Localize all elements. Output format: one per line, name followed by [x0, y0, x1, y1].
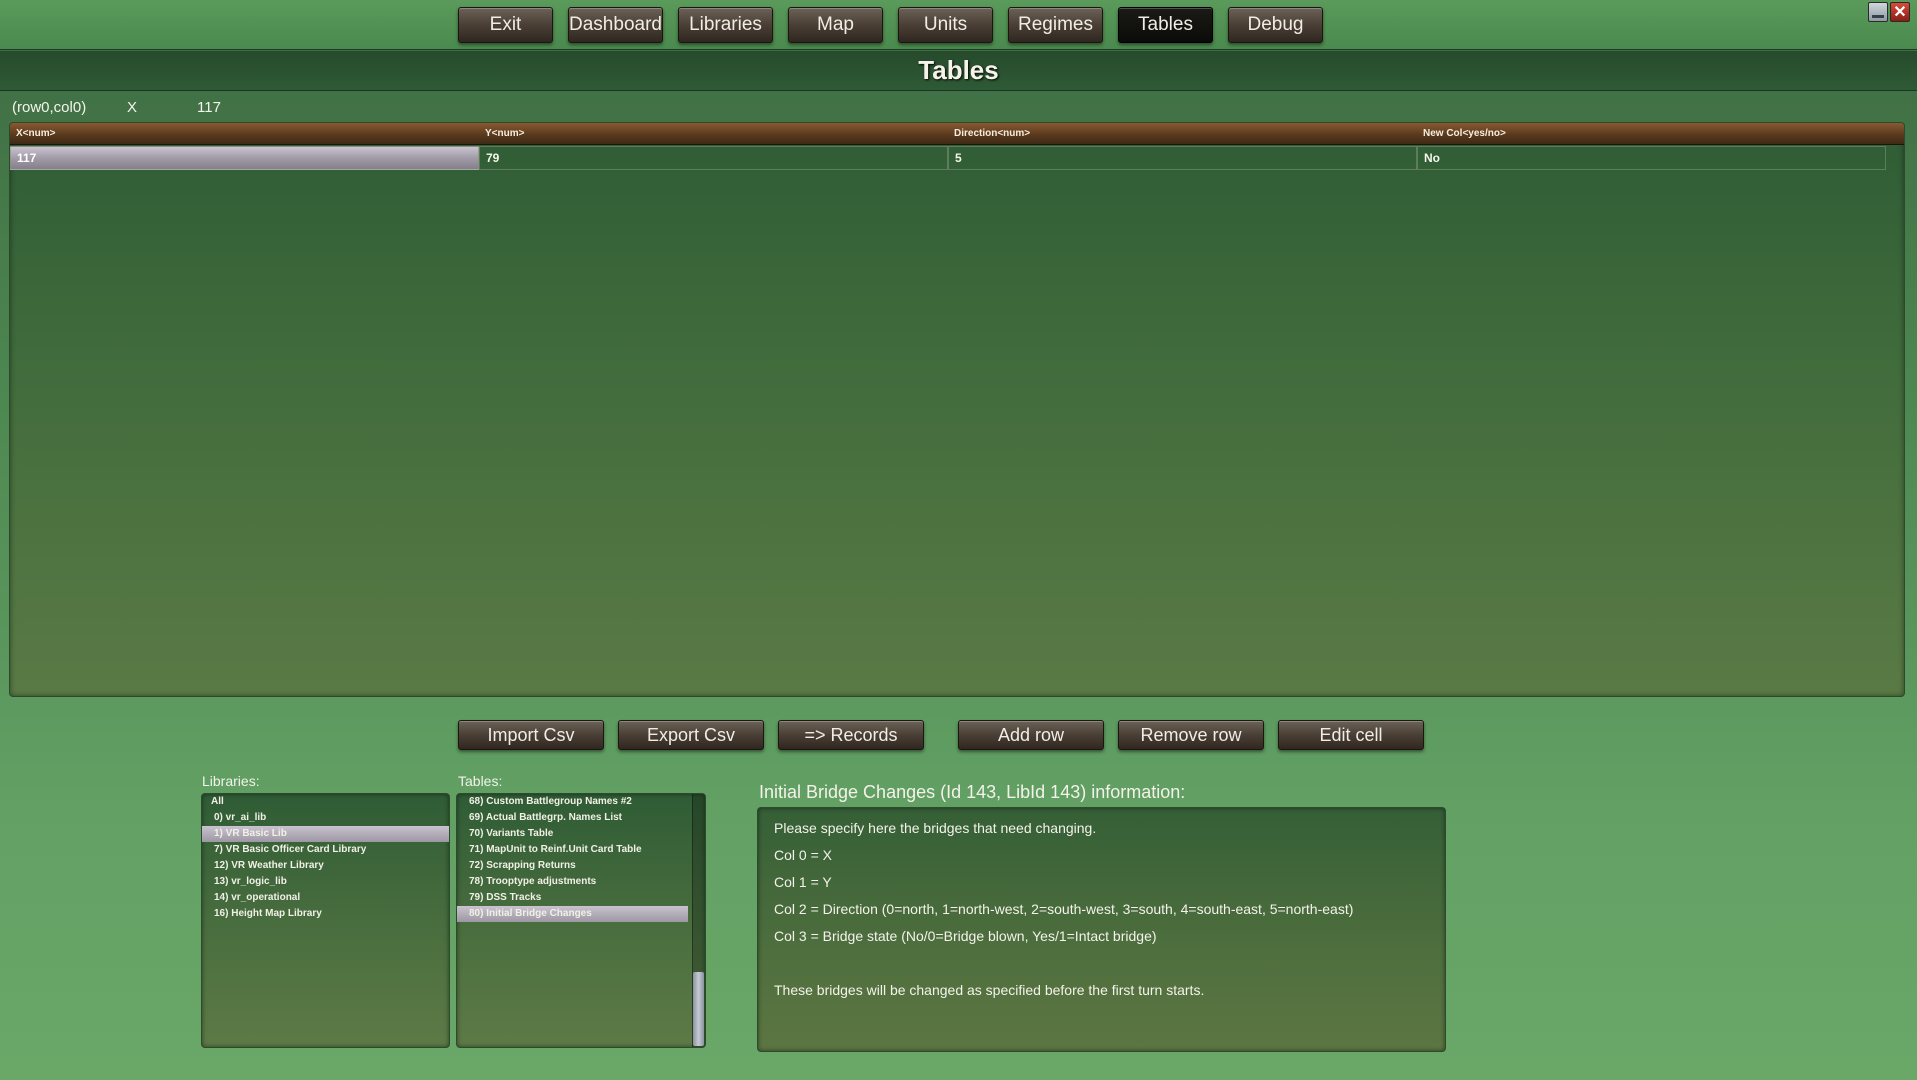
cell-position-label: (row0,col0) — [12, 99, 87, 116]
title-band: Tables — [0, 51, 1917, 91]
info-line: Please specify here the bridges that nee… — [774, 820, 1097, 836]
libraries-list[interactable]: All 0) vr_ai_lib 1) VR Basic Lib 7) VR B… — [201, 793, 450, 1048]
library-item[interactable]: 7) VR Basic Officer Card Library — [202, 842, 449, 858]
table-item[interactable]: 69) Actual Battlegrp. Names List — [457, 810, 688, 826]
nav-tables-button[interactable]: Tables — [1118, 7, 1213, 43]
info-line: Col 1 = Y — [774, 874, 832, 890]
libraries-label: Libraries: — [202, 773, 260, 789]
table-row[interactable]: 117 79 5 No — [10, 146, 1886, 170]
cell-value-label: 117 — [197, 99, 221, 116]
table-item[interactable]: 70) Variants Table — [457, 826, 688, 842]
close-icon[interactable]: ✕ — [1890, 2, 1910, 22]
table-cell[interactable]: No — [1417, 146, 1886, 170]
library-item[interactable]: 1) VR Basic Lib — [202, 826, 449, 842]
info-line: Col 3 = Bridge state (No/0=Bridge blown,… — [774, 928, 1157, 944]
library-item[interactable]: 12) VR Weather Library — [202, 858, 449, 874]
cell-column-label: X — [127, 99, 138, 116]
column-header-direction[interactable]: Direction<num> — [954, 128, 1030, 139]
column-header-y[interactable]: Y<num> — [485, 128, 524, 139]
nav-map-button[interactable]: Map — [788, 7, 883, 43]
nav-exit-button[interactable]: Exit — [458, 7, 553, 43]
table-item[interactable]: 68) Custom Battlegroup Names #2 — [457, 794, 688, 810]
table-item[interactable]: 78) Trooptype adjustments — [457, 874, 688, 890]
info-line: Col 0 = X — [774, 847, 832, 863]
info-line: These bridges will be changed as specifi… — [774, 982, 1205, 998]
table-cell[interactable]: 5 — [948, 146, 1417, 170]
table-item[interactable]: 72) Scrapping Returns — [457, 858, 688, 874]
tables-label: Tables: — [458, 773, 503, 789]
minimize-icon[interactable] — [1868, 2, 1888, 22]
library-item[interactable]: 16) Height Map Library — [202, 906, 449, 922]
info-panel: Please specify here the bridges that nee… — [757, 807, 1446, 1052]
table-grid[interactable]: X<num> Y<num> Direction<num> New Col<yes… — [9, 122, 1905, 697]
page-title: Tables — [918, 55, 999, 85]
nav-units-button[interactable]: Units — [898, 7, 993, 43]
library-item[interactable]: 0) vr_ai_lib — [202, 810, 449, 826]
nav-dashboard-button[interactable]: Dashboard — [568, 7, 663, 43]
records-button[interactable]: => Records — [778, 720, 924, 750]
library-item[interactable]: All — [202, 794, 449, 810]
table-item[interactable]: 79) DSS Tracks — [457, 890, 688, 906]
remove-row-button[interactable]: Remove row — [1118, 720, 1264, 750]
tables-scrollbar[interactable] — [692, 794, 705, 1047]
tables-scrollbar-thumb[interactable] — [693, 972, 704, 1046]
nav-libraries-button[interactable]: Libraries — [678, 7, 773, 43]
column-header-new-col[interactable]: New Col<yes/no> — [1423, 128, 1506, 139]
table-cell[interactable]: 117 — [10, 146, 479, 170]
add-row-button[interactable]: Add row — [958, 720, 1104, 750]
tables-list[interactable]: 68) Custom Battlegroup Names #2 69) Actu… — [456, 793, 706, 1048]
nav-debug-button[interactable]: Debug — [1228, 7, 1323, 43]
library-item[interactable]: 13) vr_logic_lib — [202, 874, 449, 890]
library-item[interactable]: 14) vr_operational — [202, 890, 449, 906]
top-nav-bar: Exit Dashboard Libraries Map Units Regim… — [0, 0, 1917, 50]
edit-cell-button[interactable]: Edit cell — [1278, 720, 1424, 750]
grid-header: X<num> Y<num> Direction<num> New Col<yes… — [10, 123, 1904, 145]
export-csv-button[interactable]: Export Csv — [618, 720, 764, 750]
nav-regimes-button[interactable]: Regimes — [1008, 7, 1103, 43]
info-title: Initial Bridge Changes (Id 143, LibId 14… — [759, 782, 1186, 802]
table-cell[interactable]: 79 — [479, 146, 948, 170]
import-csv-button[interactable]: Import Csv — [458, 720, 604, 750]
column-header-x[interactable]: X<num> — [16, 128, 55, 139]
info-line: Col 2 = Direction (0=north, 1=north-west… — [774, 901, 1354, 917]
table-item[interactable]: 71) MapUnit to Reinf.Unit Card Table — [457, 842, 688, 858]
table-item[interactable]: 80) Initial Bridge Changes — [457, 906, 688, 922]
